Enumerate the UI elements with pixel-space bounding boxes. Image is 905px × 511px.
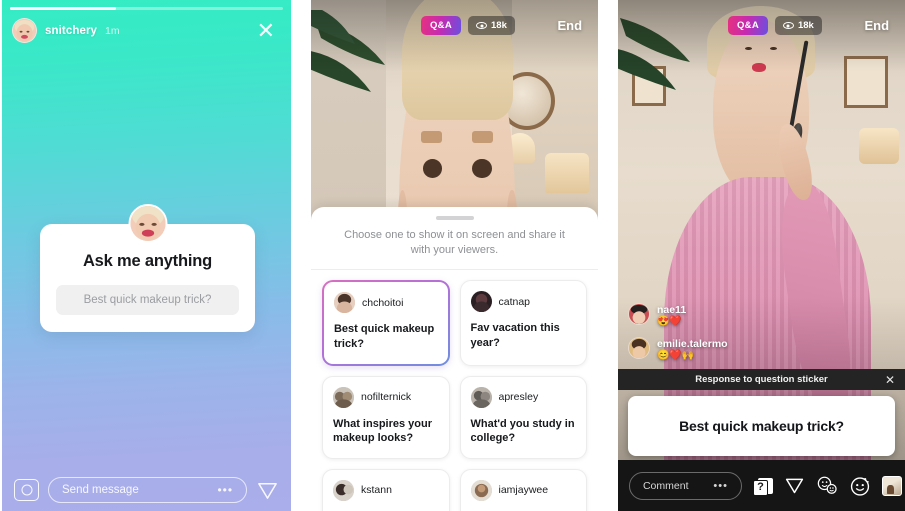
qa-badge[interactable]: Q&A	[727, 16, 768, 35]
sticker-avatar-face-icon	[130, 206, 165, 241]
question-username: kstann	[360, 484, 392, 497]
eye-icon	[782, 22, 794, 29]
live-answer-panel: Q&A 18k End nae11 😍❤️ emilie.talermo 😊❤️…	[617, 0, 905, 511]
live-header: Q&A 18k End	[321, 16, 588, 35]
response-question-card[interactable]: Best quick makeup trick?	[627, 396, 896, 456]
comment-body: emilie.talermo 😊❤️🙌	[657, 337, 728, 362]
question-text: What inspires your makeup looks?	[332, 417, 433, 445]
viewer-count-badge[interactable]: 18k	[774, 16, 822, 35]
live-toolbar: Comment ••• ?	[617, 460, 905, 511]
end-live-button[interactable]: End	[864, 18, 895, 33]
camera-icon[interactable]	[14, 479, 39, 501]
lamp-decor	[545, 153, 590, 194]
question-author: kstann	[332, 479, 439, 501]
live-question-picker-panel: Q&A 18k End Choose one to show it on scr…	[310, 0, 599, 511]
comment-username: emilie.talermo	[656, 338, 728, 350]
close-icon[interactable]: ✕	[257, 19, 281, 42]
story-timestamp: 1m	[105, 24, 120, 37]
end-live-button[interactable]: End	[557, 18, 588, 33]
question-text: What'd you study in college?	[470, 417, 575, 445]
sticker-answer-placeholder: Best quick makeup trick?	[83, 294, 212, 306]
question-grid: chchoitoi Best quick makeup trick? catna…	[311, 280, 598, 511]
question-mark-glyph: ?	[752, 479, 768, 496]
question-card[interactable]: chchoitoi Best quick makeup trick?	[322, 280, 450, 365]
question-author: iamjaywee	[470, 479, 577, 501]
question-username: apresley	[498, 391, 539, 404]
tray-divider	[310, 269, 599, 271]
response-header: Response to question sticker ✕	[617, 369, 905, 390]
panel-divider-2	[598, 0, 618, 511]
tray-drag-handle[interactable]	[435, 216, 474, 220]
avatar	[332, 479, 354, 501]
send-paper-plane-icon[interactable]	[784, 475, 805, 496]
question-tray: Choose one to show it on screen and shar…	[310, 207, 599, 511]
comment-message: 😊❤️🙌	[656, 350, 695, 361]
question-username: iamjaywee	[498, 484, 549, 497]
story-footer: Send message •••	[2, 477, 291, 503]
avatar-face-icon	[13, 19, 36, 42]
story-progress-fill	[10, 7, 117, 10]
story-username[interactable]: snitchery	[45, 25, 97, 37]
question-author: catnap	[470, 291, 577, 313]
emoji-reactions-icon[interactable]	[816, 475, 838, 496]
question-sticker[interactable]: Ask me anything Best quick makeup trick?	[40, 204, 255, 332]
story-progress-bar	[10, 7, 284, 10]
comment-message: 😍❤️	[656, 316, 682, 327]
photo-thumbnail-icon[interactable]	[881, 475, 902, 496]
comment-body: nae11 😍❤️	[657, 303, 686, 328]
question-response-overlay: Response to question sticker ✕ Best quic…	[617, 369, 905, 456]
question-author: apresley	[470, 386, 577, 408]
live-header: Q&A 18k End	[628, 16, 895, 35]
eye-icon	[476, 22, 487, 29]
live-comments-list: nae11 😍❤️ emilie.talermo 😊❤️🙌	[627, 303, 803, 371]
tray-instruction: Choose one to show it on screen and shar…	[344, 228, 565, 257]
smiley-face-icon[interactable]	[849, 475, 871, 497]
question-card[interactable]: catnap Fav vacation this year?	[459, 280, 588, 366]
qa-badge[interactable]: Q&A	[420, 16, 461, 35]
question-author: chchoitoi	[333, 292, 438, 314]
question-username: nofilternick	[360, 391, 412, 404]
question-cards-icon[interactable]: ?	[752, 476, 773, 496]
sticker-title: Ask me anything	[82, 252, 213, 270]
question-card[interactable]: kstann	[321, 468, 450, 511]
screenshot-root: snitchery 1m ✕ Ask me anything Best quic…	[0, 0, 905, 511]
viewer-count: 18k	[491, 20, 507, 31]
close-icon[interactable]: ✕	[885, 374, 895, 386]
question-card[interactable]: nofilternick What inspires your makeup l…	[321, 375, 450, 459]
sticker-avatar	[128, 204, 167, 243]
comment-input[interactable]: Comment •••	[628, 471, 742, 500]
send-paper-plane-icon[interactable]	[256, 479, 279, 502]
avatar[interactable]	[12, 18, 37, 43]
avatar	[470, 291, 492, 313]
avatar	[470, 479, 492, 501]
send-message-placeholder: Send message	[62, 484, 139, 496]
avatar	[333, 292, 355, 314]
question-card[interactable]: iamjaywee	[459, 468, 588, 511]
question-username: catnap	[498, 295, 531, 308]
more-options-icon[interactable]: •••	[713, 480, 728, 492]
panel-divider-1	[291, 0, 311, 511]
avatar	[332, 386, 354, 408]
viewer-count-badge[interactable]: 18k	[468, 16, 515, 35]
story-panel: snitchery 1m ✕ Ask me anything Best quic…	[2, 0, 292, 511]
list-item[interactable]: emilie.talermo 😊❤️🙌	[627, 337, 803, 362]
response-title: Response to question sticker	[695, 374, 828, 385]
comment-username: nae11	[656, 304, 687, 316]
avatar	[627, 337, 650, 359]
list-item[interactable]: nae11 😍❤️	[627, 303, 803, 328]
story-header: snitchery 1m ✕	[12, 18, 281, 43]
more-options-icon[interactable]: •••	[217, 483, 233, 497]
response-question-text: Best quick makeup trick?	[679, 418, 844, 434]
viewer-count: 18k	[797, 20, 814, 31]
send-message-input[interactable]: Send message •••	[48, 477, 248, 503]
question-text: Fav vacation this year?	[470, 322, 560, 349]
question-author: nofilternick	[332, 386, 439, 408]
question-username: chchoitoi	[361, 296, 404, 309]
question-card[interactable]: apresley What'd you study in college?	[459, 375, 588, 459]
comment-placeholder: Comment	[642, 479, 689, 492]
avatar	[627, 303, 650, 325]
question-text: Best quick makeup trick?	[333, 323, 435, 350]
sticker-answer-input[interactable]: Best quick makeup trick?	[56, 285, 239, 315]
avatar	[470, 386, 492, 408]
